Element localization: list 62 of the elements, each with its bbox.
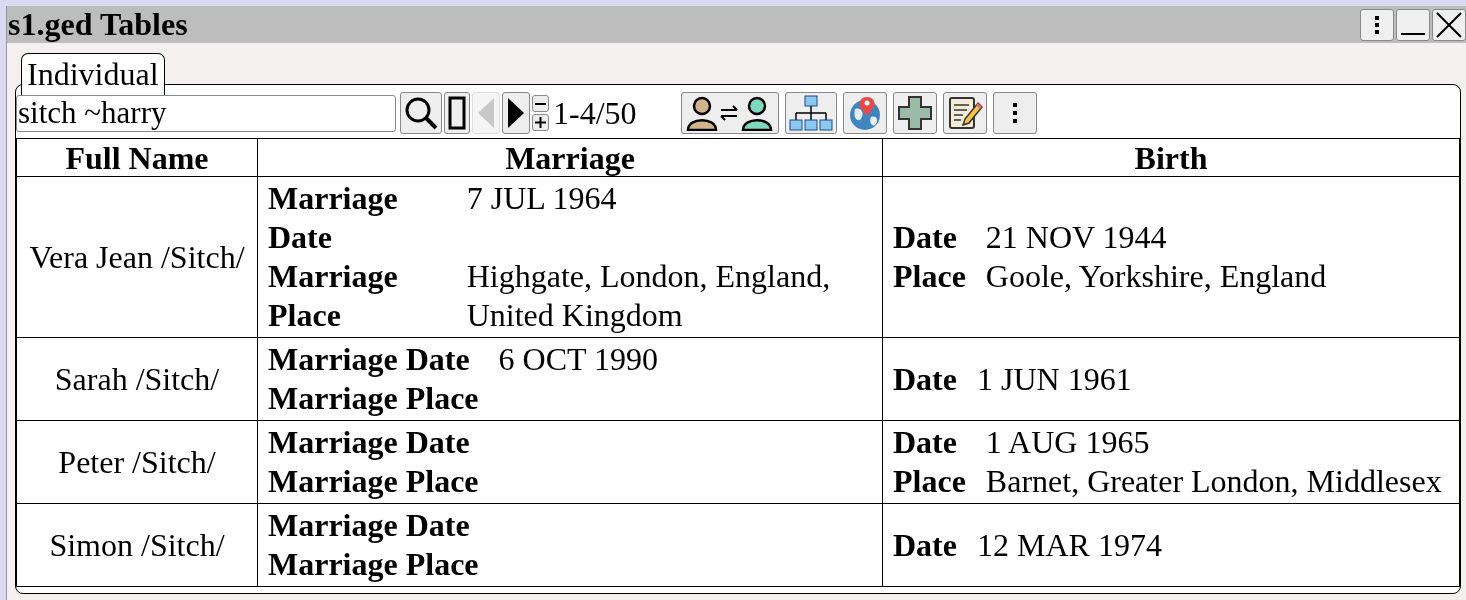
column-header: Full Name xyxy=(16,138,258,177)
field-label: Place xyxy=(893,258,966,294)
field-label: Place xyxy=(893,463,966,499)
close-icon xyxy=(1435,10,1463,39)
hierarchy-icon xyxy=(788,95,833,131)
field-value: 7 JUL 1964 xyxy=(466,180,617,216)
plus-icon xyxy=(535,117,546,128)
field-label: Date xyxy=(893,526,957,563)
window-title: s1.ged Tables xyxy=(7,6,189,43)
field-label: Marriage Date xyxy=(268,341,470,377)
field-label: Marriage Place xyxy=(268,380,479,416)
field-label: Marriage Place xyxy=(268,463,479,499)
column-header: Marriage xyxy=(257,138,883,177)
field-value: Goole, Yorkshire, England xyxy=(985,258,1327,294)
tab[interactable]: Individual xyxy=(21,53,165,95)
field-label: Marriage Date xyxy=(268,424,470,460)
rectangle-icon xyxy=(448,96,466,130)
field-label: Marriage Date xyxy=(268,180,398,255)
more-button[interactable] xyxy=(1360,8,1394,41)
table-cell: Peter /Sitch/ xyxy=(58,443,216,480)
more-button[interactable] xyxy=(992,92,1037,134)
panel-button[interactable] xyxy=(444,92,470,134)
add-button[interactable] xyxy=(892,92,937,134)
zoom-in-button[interactable] xyxy=(532,114,549,131)
field-value: 21 NOV 1944 xyxy=(985,219,1167,255)
field-label: Marriage Place xyxy=(268,258,398,333)
minimize-icon xyxy=(1401,32,1425,35)
table-cell: Simon /Sitch/ xyxy=(49,526,225,563)
field-label: Marriage Place xyxy=(268,546,479,582)
field-value: 1 AUG 1965 xyxy=(985,424,1150,460)
table-cell: Vera Jean /Sitch/ xyxy=(29,238,245,275)
field-value: Highgate, London, England, United Kingdom xyxy=(466,258,831,333)
next-button[interactable] xyxy=(502,92,530,134)
field-value: 6 OCT 1990 xyxy=(498,341,658,377)
kebab-icon xyxy=(1011,102,1018,124)
swap-persons-button[interactable] xyxy=(680,92,779,134)
field-label: Marriage Date xyxy=(268,507,470,543)
field-value: 12 MAR 1974 xyxy=(976,526,1162,563)
close-button[interactable] xyxy=(1432,8,1466,41)
tree-button[interactable] xyxy=(784,92,837,134)
right-triangle-icon xyxy=(507,97,525,129)
minus-icon xyxy=(535,102,546,105)
two-persons-icon xyxy=(684,95,775,131)
field-label: Date xyxy=(893,219,957,255)
notepad-pencil-icon xyxy=(946,95,983,131)
field-label: Date xyxy=(893,424,957,460)
minimize-button[interactable] xyxy=(1396,8,1430,41)
record-range: 1-4/50 xyxy=(553,94,637,132)
edit-button[interactable] xyxy=(942,92,987,134)
search-icon xyxy=(404,96,438,130)
field-value: 1 JUN 1961 xyxy=(976,360,1132,397)
zoom-out-button[interactable] xyxy=(532,95,549,112)
field-value: Barnet, Greater London, Middlesex xyxy=(985,463,1442,499)
left-triangle-icon xyxy=(477,97,495,129)
search-button[interactable] xyxy=(400,92,442,134)
plus-icon xyxy=(896,95,933,131)
map-button[interactable] xyxy=(842,92,887,134)
kebab-icon xyxy=(1374,14,1380,35)
table-cell: Sarah /Sitch/ xyxy=(54,360,220,397)
column-header: Birth xyxy=(882,138,1460,177)
field-label: Date xyxy=(893,360,957,397)
search-field[interactable]: sitch ~harry xyxy=(16,94,396,132)
